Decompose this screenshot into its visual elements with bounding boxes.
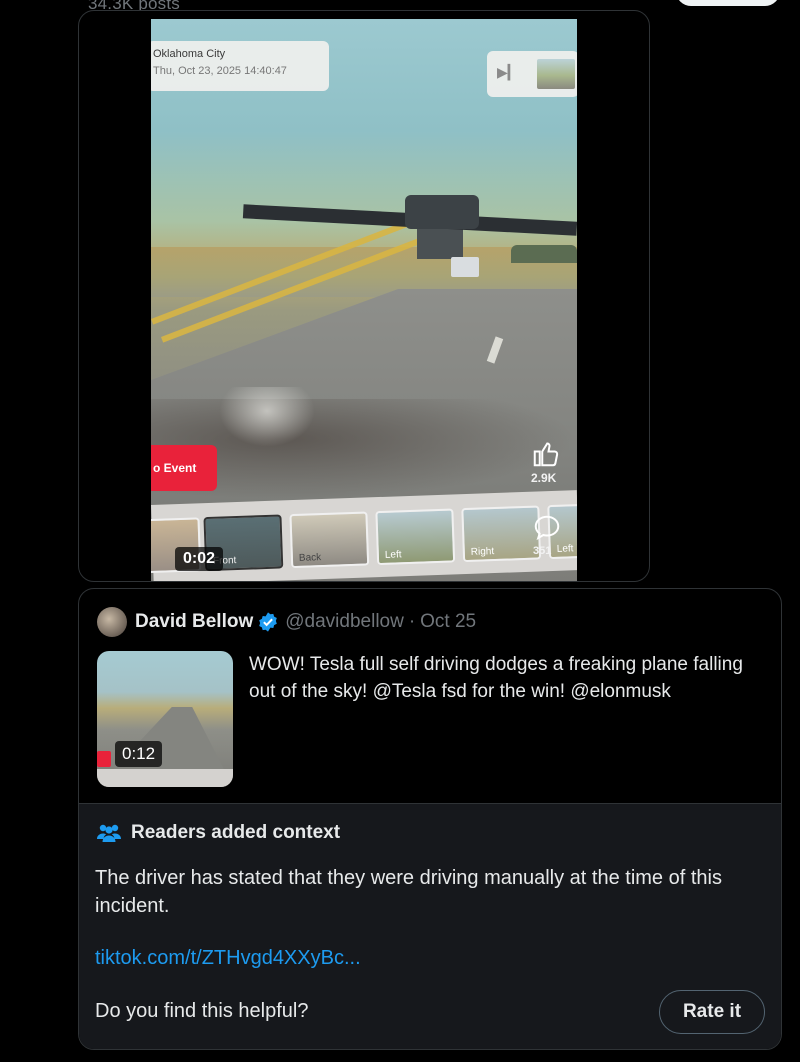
author-name[interactable]: David Bellow bbox=[135, 611, 253, 633]
author-handle[interactable]: @davidbellow bbox=[285, 611, 404, 633]
location-overlay: Oklahoma City Thu, Oct 23, 2025 14:40:47 bbox=[151, 41, 329, 91]
separator-dot: · bbox=[408, 611, 416, 632]
quoted-post-text: WOW! Tesla full self driving dodges a fr… bbox=[249, 654, 743, 702]
like-count: 2.9K bbox=[531, 471, 557, 485]
dashcam-video[interactable]: Oklahoma City Thu, Oct 23, 2025 14:40:47… bbox=[151, 19, 577, 581]
thumb-event-button bbox=[97, 751, 111, 767]
community-note-title: Readers added context bbox=[131, 822, 341, 843]
camera-label: Left bbox=[384, 549, 402, 561]
follow-button[interactable] bbox=[676, 0, 780, 6]
quoted-post-card[interactable]: David Bellow @davidbellow · Oct 25 0:12 … bbox=[78, 588, 782, 1050]
verified-badge-icon bbox=[259, 612, 278, 632]
post-thread-view: 34.3K posts Oklahoma City Thu, Oct 23, 2… bbox=[0, 0, 800, 1062]
community-note: Readers added context The driver has sta… bbox=[79, 803, 781, 1049]
event-button[interactable]: o Event bbox=[151, 445, 217, 491]
video-card[interactable]: Oklahoma City Thu, Oct 23, 2025 14:40:47… bbox=[78, 10, 650, 582]
people-icon bbox=[97, 824, 121, 842]
camera-thumb-back[interactable]: Back bbox=[289, 511, 370, 569]
quoted-post-header: David Bellow @davidbellow · Oct 25 bbox=[97, 607, 476, 637]
camera-label: Back bbox=[298, 552, 322, 564]
play-skip-icon[interactable]: ▶▎ bbox=[497, 64, 519, 81]
quoted-video-timer: 0:12 bbox=[115, 741, 163, 767]
camera-preview-thumb[interactable] bbox=[537, 59, 575, 89]
video-plane-body bbox=[405, 195, 479, 229]
camera-label: Right bbox=[470, 546, 495, 558]
video-truck bbox=[451, 257, 479, 277]
rate-it-button[interactable]: Rate it bbox=[659, 990, 765, 1034]
camera-thumb-left[interactable]: Left bbox=[375, 508, 456, 566]
community-note-header: Readers added context bbox=[95, 822, 340, 844]
comment-count: 351 bbox=[533, 545, 552, 557]
helpful-prompt: Do you find this helpful? bbox=[95, 1000, 309, 1022]
community-note-link[interactable]: tiktok.com/t/ZTHvgd4XXyBc... bbox=[95, 947, 361, 970]
avatar[interactable] bbox=[97, 607, 127, 637]
quoted-video-thumbnail[interactable]: 0:12 bbox=[97, 651, 233, 787]
camera-label: Left R bbox=[556, 543, 577, 555]
video-trees bbox=[511, 245, 577, 263]
community-note-body: The driver has stated that they were dri… bbox=[95, 867, 722, 917]
thumbs-up-icon[interactable] bbox=[529, 439, 563, 469]
thumb-strip bbox=[97, 769, 233, 787]
video-glare bbox=[219, 387, 315, 447]
location-city: Oklahoma City bbox=[153, 48, 226, 60]
post-date[interactable]: Oct 25 bbox=[420, 611, 476, 633]
location-timestamp: Thu, Oct 23, 2025 14:40:47 bbox=[153, 65, 287, 77]
camera-thumb-right[interactable]: Right bbox=[461, 505, 542, 563]
comment-bubble-icon[interactable] bbox=[531, 513, 563, 543]
camera-switch-overlay[interactable]: ▶▎ bbox=[487, 51, 577, 97]
video-timer: 0:02 bbox=[175, 547, 224, 571]
